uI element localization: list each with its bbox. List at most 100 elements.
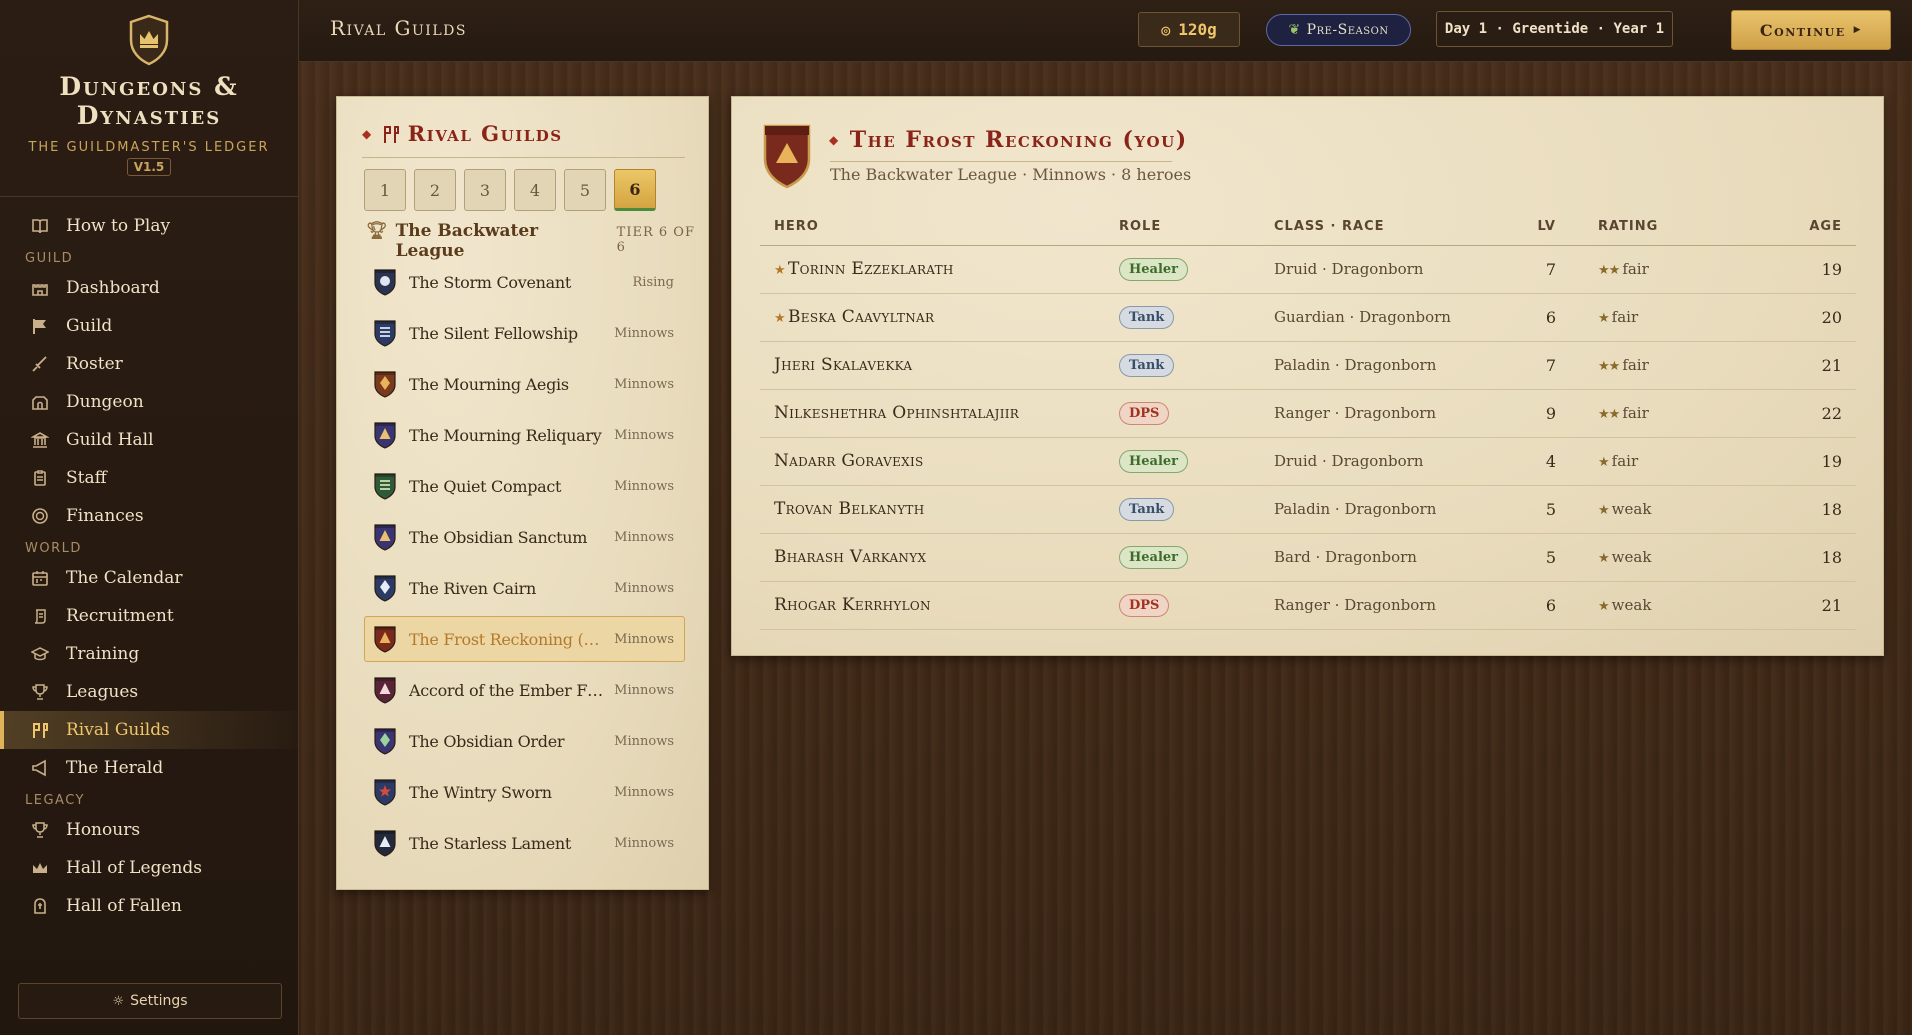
col-class-race: CLASS · RACE [1260, 209, 1510, 246]
col-age: AGE [1750, 209, 1856, 246]
hall-icon [30, 430, 50, 450]
guild-name: The Mourning Reliquary [409, 425, 602, 445]
guild-row[interactable]: The Wintry Sworn Minnows [364, 769, 685, 815]
table-row[interactable]: Jheri Skalavekka Tank Paladin · Dragonborn… [760, 341, 1856, 390]
tier-tab-5[interactable]: 5 [564, 169, 606, 211]
settings-button[interactable]: ☼ Settings [18, 983, 282, 1019]
nav-section-world: WORLD [25, 541, 82, 556]
tier-tab-6[interactable]: 6 [614, 169, 656, 211]
guild-row[interactable]: The Mourning Reliquary Minnows [364, 412, 685, 458]
sidebar-item-the-calendar[interactable]: The Calendar [0, 559, 298, 597]
sidebar-item-leagues[interactable]: Leagues [0, 673, 298, 711]
guild-status: Minnows [614, 682, 674, 698]
hero-name-cell: Nilkeshethra Ophinshtalajiir [760, 389, 1105, 438]
hero-role-cell: Healer [1105, 437, 1260, 486]
hero-rating-cell: ★★ fair [1570, 341, 1750, 390]
guild-name: The Riven Cairn [409, 578, 536, 598]
sidebar-item-the-herald[interactable]: The Herald [0, 749, 298, 787]
guild-row[interactable]: The Mourning Aegis Minnows [364, 361, 685, 407]
guild-row[interactable]: The Starless Lament Minnows [364, 820, 685, 866]
col-role: ROLE [1105, 209, 1260, 246]
guild-crest-icon [374, 524, 396, 551]
role-badge: Tank [1119, 353, 1175, 377]
table-row[interactable]: ★ Torinn Ezzeklarath Healer Druid · Dragonb… [760, 245, 1856, 294]
hero-age: 19 [1750, 245, 1856, 294]
sidebar-item-rival-guilds[interactable]: Rival Guilds [0, 711, 298, 749]
brand: Dungeons & Dynasties The Guildmaster's L… [0, 0, 298, 197]
tier-tab-3[interactable]: 3 [464, 169, 506, 211]
hero-rating: weak [1611, 596, 1652, 614]
role-badge: DPS [1119, 593, 1170, 617]
role-badge: Healer [1119, 449, 1189, 473]
tier-tab-2[interactable]: 2 [414, 169, 456, 211]
guild-status: Minnows [614, 835, 674, 851]
role-badge: Healer [1119, 257, 1189, 281]
tier-tab-4[interactable]: 4 [514, 169, 556, 211]
hero-name-cell: Bharash Varkanyx [760, 533, 1105, 582]
sidebar-item-dungeon[interactable]: Dungeon [0, 383, 298, 421]
guild-row[interactable]: The Obsidian Sanctum Minnows [364, 514, 685, 560]
hero-name: Nadarr Goravexis [774, 451, 924, 471]
hero-name: Trovan Belkanyth [774, 499, 925, 519]
hero-rating: weak [1611, 500, 1652, 518]
hero-rating: fair [1622, 404, 1649, 422]
table-row[interactable]: Nilkeshethra Ophinshtalajiir DPS Ranger · … [760, 389, 1856, 438]
table-row[interactable]: Trovan Belkanyth Tank Paladin · Dragonborn… [760, 485, 1856, 534]
sidebar-item-honours[interactable]: Honours [0, 811, 298, 849]
guild-crest-icon [374, 320, 396, 347]
continue-button[interactable]: Continue ▶ [1731, 10, 1891, 50]
hero-name: Beska Caavyltnar [787, 307, 935, 327]
sidebar-item-hall-of-legends[interactable]: Hall of Legends [0, 849, 298, 887]
sidebar-item-label: Staff [66, 468, 107, 488]
guild-name: The Obsidian Sanctum [409, 527, 588, 547]
sidebar-item-how-to-play[interactable]: How to Play [0, 207, 298, 245]
sidebar-item-staff[interactable]: Staff [0, 459, 298, 497]
guild-row[interactable]: Accord of the Ember Flame Minnows [364, 667, 685, 713]
guild-row[interactable]: The Quiet Compact Minnows [364, 463, 685, 509]
hero-role-cell: Tank [1105, 485, 1260, 534]
hero-rating: fair [1611, 452, 1639, 470]
sidebar-item-training[interactable]: Training [0, 635, 298, 673]
league-heading: 🏆︎ The Backwater League TIER 6 OF 6 [366, 221, 708, 261]
sidebar-item-recruitment[interactable]: Recruitment [0, 597, 298, 635]
hero-class-race: Bard · Dragonborn [1260, 533, 1510, 582]
sidebar-item-label: Rival Guilds [66, 720, 170, 740]
sword-icon [30, 354, 50, 374]
role-badge: DPS [1119, 401, 1170, 425]
sidebar-item-guild[interactable]: Guild [0, 307, 298, 345]
table-row[interactable]: Rhogar Kerrhylon DPS Ranger · Dragonborn 6 ★… [760, 581, 1856, 630]
guild-row[interactable]: The Frost Reckoning (you) Minnows [364, 616, 685, 662]
sidebar-item-roster[interactable]: Roster [0, 345, 298, 383]
page-title: Rival Guilds [330, 16, 467, 40]
sidebar-item-dashboard[interactable]: Dashboard [0, 269, 298, 307]
table-row[interactable]: Nadarr Goravexis Healer Druid · Dragonborn… [760, 437, 1856, 486]
sidebar-item-label: Hall of Legends [66, 858, 203, 878]
guild-crest-icon [374, 728, 396, 755]
guild-row[interactable]: The Obsidian Order Minnows [364, 718, 685, 764]
rating-stars: ★★ [1598, 359, 1620, 374]
nav-section-guild: GUILD [25, 251, 74, 266]
guild-status: Minnows [614, 478, 674, 494]
rating-stars: ★ [1598, 551, 1610, 566]
guild-crest-icon [374, 779, 396, 806]
sidebar-item-guild-hall[interactable]: Guild Hall [0, 421, 298, 459]
hero-age: 21 [1750, 341, 1856, 390]
guild-row[interactable]: The Storm Covenant Rising [364, 259, 685, 305]
guild-name: The Frost Reckoning (you) [409, 629, 607, 649]
sidebar-item-hall-of-fallen[interactable]: Hall of Fallen [0, 887, 298, 925]
hero-level: 6 [1510, 581, 1570, 630]
guild-status: Minnows [614, 427, 674, 443]
guild-status: Minnows [614, 631, 674, 647]
table-row[interactable]: Bharash Varkanyx Healer Bard · Dragonborn 5… [760, 533, 1856, 582]
table-row[interactable]: ★ Beska Caavyltnar Tank Guardian · Dragonbo… [760, 293, 1856, 342]
main-content: ◆ Rival Guilds 123456 🏆︎ The Backwater L… [299, 62, 1912, 1035]
guild-row[interactable]: The Silent Fellowship Minnows [364, 310, 685, 356]
tier-tab-1[interactable]: 1 [364, 169, 406, 211]
sidebar-item-finances[interactable]: Finances [0, 497, 298, 535]
role-badge: Healer [1119, 545, 1189, 569]
sidebar-item-label: How to Play [66, 216, 171, 236]
hero-class-race: Druid · Dragonborn [1260, 437, 1510, 486]
hero-age: 18 [1750, 485, 1856, 534]
guild-row[interactable]: The Riven Cairn Minnows [364, 565, 685, 611]
guild-crest-icon [374, 626, 396, 653]
